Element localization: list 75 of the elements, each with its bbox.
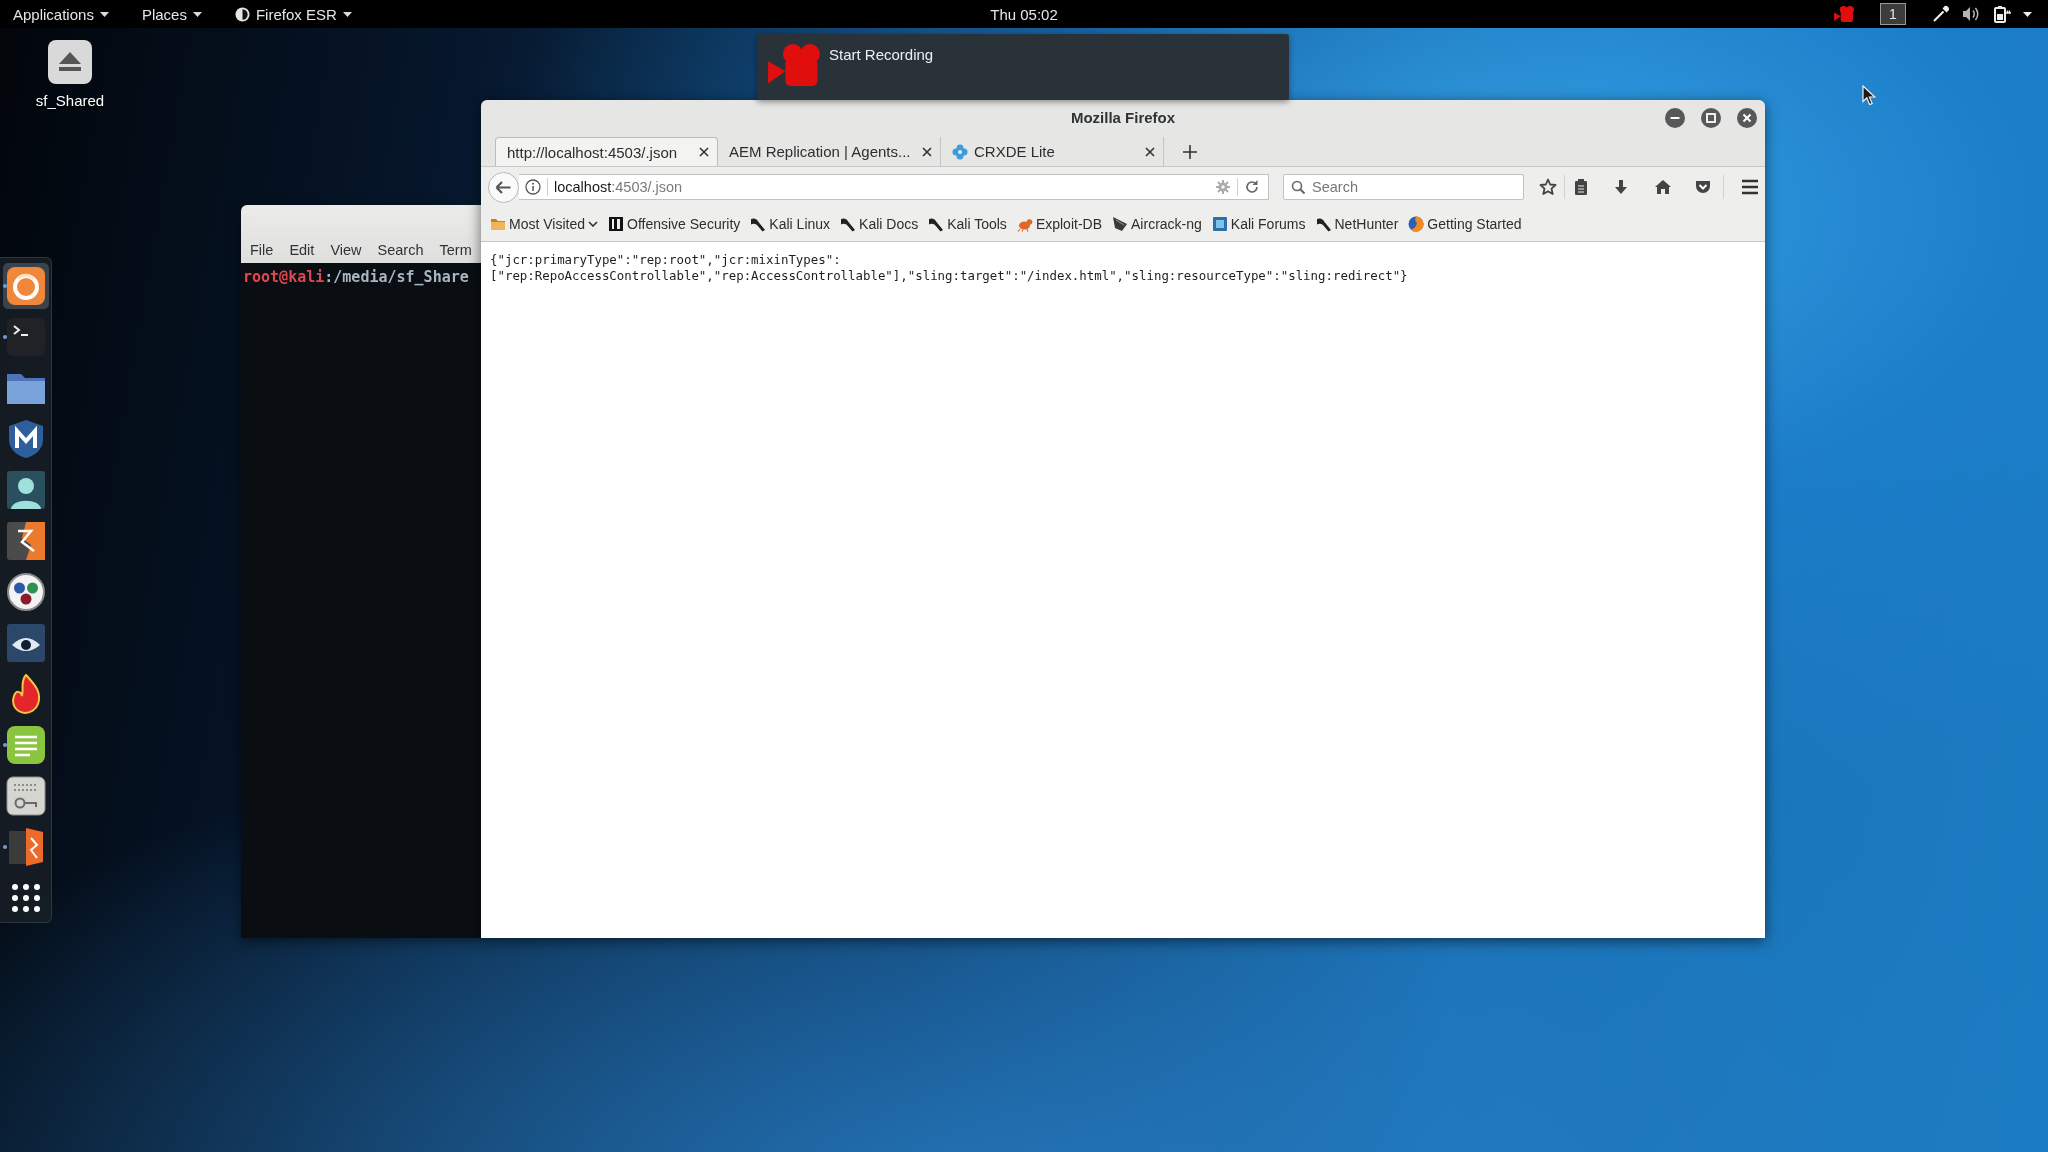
tab[interactable]: http://localhost:4503/.json [495, 137, 718, 166]
reload-icon[interactable] [1244, 179, 1260, 195]
terminal-prompt: root@kali:/media/sf_Share [243, 268, 470, 286]
download-icon[interactable] [1612, 178, 1630, 196]
home-icon[interactable] [1654, 178, 1672, 196]
bars-icon [608, 216, 624, 232]
panel-menu-button[interactable]: Applications [13, 5, 109, 23]
bookmark[interactable]: Offensive Security [608, 216, 741, 232]
browser-icon[interactable] [2, 262, 49, 309]
panel-menu-button[interactable]: Places [141, 5, 202, 23]
folder-icon [490, 216, 506, 232]
menu-item[interactable]: File [250, 242, 274, 258]
camera-icon [768, 44, 820, 86]
hook-icon [1315, 216, 1332, 232]
terminal-icon[interactable] [5, 316, 46, 357]
eye-tile-icon[interactable] [5, 622, 46, 663]
window-title: Mozilla Firefox [1070, 109, 1176, 126]
menu-item[interactable]: Term [439, 242, 472, 258]
close-icon[interactable] [1145, 146, 1155, 157]
bookmark[interactable]: Most Visited [490, 216, 598, 232]
wing-icon [1112, 216, 1128, 232]
notes-icon[interactable] [5, 724, 46, 765]
globe-icon [1408, 216, 1425, 232]
workspace-button[interactable]: 1 [1880, 3, 1906, 25]
menu-item[interactable]: View [330, 242, 362, 258]
bookmark[interactable]: Aircrack-ng [1112, 216, 1202, 232]
desktop-icon-label[interactable]: sf_Shared [35, 92, 105, 109]
bookmark[interactable]: Exploit-DB [1016, 216, 1102, 232]
camera-icon[interactable] [1834, 6, 1854, 22]
bookmark[interactable]: Kali Forums [1211, 216, 1306, 232]
list-icon[interactable] [1572, 178, 1590, 196]
hook-icon [840, 216, 857, 232]
json-text: {"jcr:primaryType":"rep:root","jcr:mixinTypes": ["rep:RepoAccessControllable","rep:AccessControllable"],"sling:target":"/index.html","sling:resourceType":"sling:redirect"} [490, 252, 1409, 284]
bookmark[interactable]: Getting Started [1408, 216, 1522, 232]
pen-icon[interactable] [1932, 5, 1950, 23]
bookmark[interactable]: NetHunter [1315, 216, 1399, 232]
tile-icon [1211, 216, 1228, 232]
panel-menu-button[interactable]: Firefox ESR [234, 5, 352, 23]
menu-item[interactable]: Edit [289, 242, 315, 258]
search-icon [1291, 180, 1305, 194]
minimize-icon[interactable] [1665, 107, 1685, 128]
close-icon[interactable] [922, 146, 932, 157]
search-field[interactable]: Search [1283, 174, 1524, 200]
notification-title: Start Recording [829, 46, 934, 63]
chevron-icon [588, 221, 598, 227]
person-icon[interactable] [5, 469, 46, 510]
caret-icon [192, 11, 202, 17]
mouse-pointer-icon [1862, 85, 1876, 106]
chevron-badge-icon[interactable] [1694, 178, 1712, 196]
dots-circle-icon[interactable] [5, 571, 46, 612]
caret-icon [99, 11, 109, 17]
battery-icon[interactable] [1992, 5, 2011, 23]
hook-icon [750, 216, 767, 232]
bug-icon [1016, 216, 1033, 232]
star-icon[interactable] [1539, 178, 1557, 196]
bookmark[interactable]: Kali Tools [928, 216, 1007, 232]
caret-icon [342, 11, 352, 17]
close-icon[interactable] [699, 147, 709, 157]
maximize-icon[interactable] [1701, 107, 1721, 128]
key-panel-icon[interactable] [5, 775, 46, 816]
info-icon[interactable] [525, 179, 541, 195]
close-icon[interactable] [1737, 107, 1757, 128]
volume-icon[interactable] [1962, 5, 1980, 23]
eject-icon[interactable] [48, 40, 92, 84]
bookmark[interactable]: Kali Linux [750, 216, 831, 232]
menu-icon[interactable] [1741, 178, 1759, 196]
back-icon[interactable] [488, 171, 519, 203]
address-field[interactable]: localhost:4503/.json [519, 174, 1269, 200]
clock[interactable]: Thu 05:02 [990, 5, 1058, 23]
hook-icon [928, 216, 945, 232]
plus-icon[interactable] [1183, 144, 1197, 159]
menu-item[interactable]: Search [377, 242, 424, 258]
caret-icon [2023, 11, 2032, 17]
lightning-tile-icon[interactable] [5, 520, 46, 561]
bookmark[interactable]: Kali Docs [840, 216, 919, 232]
